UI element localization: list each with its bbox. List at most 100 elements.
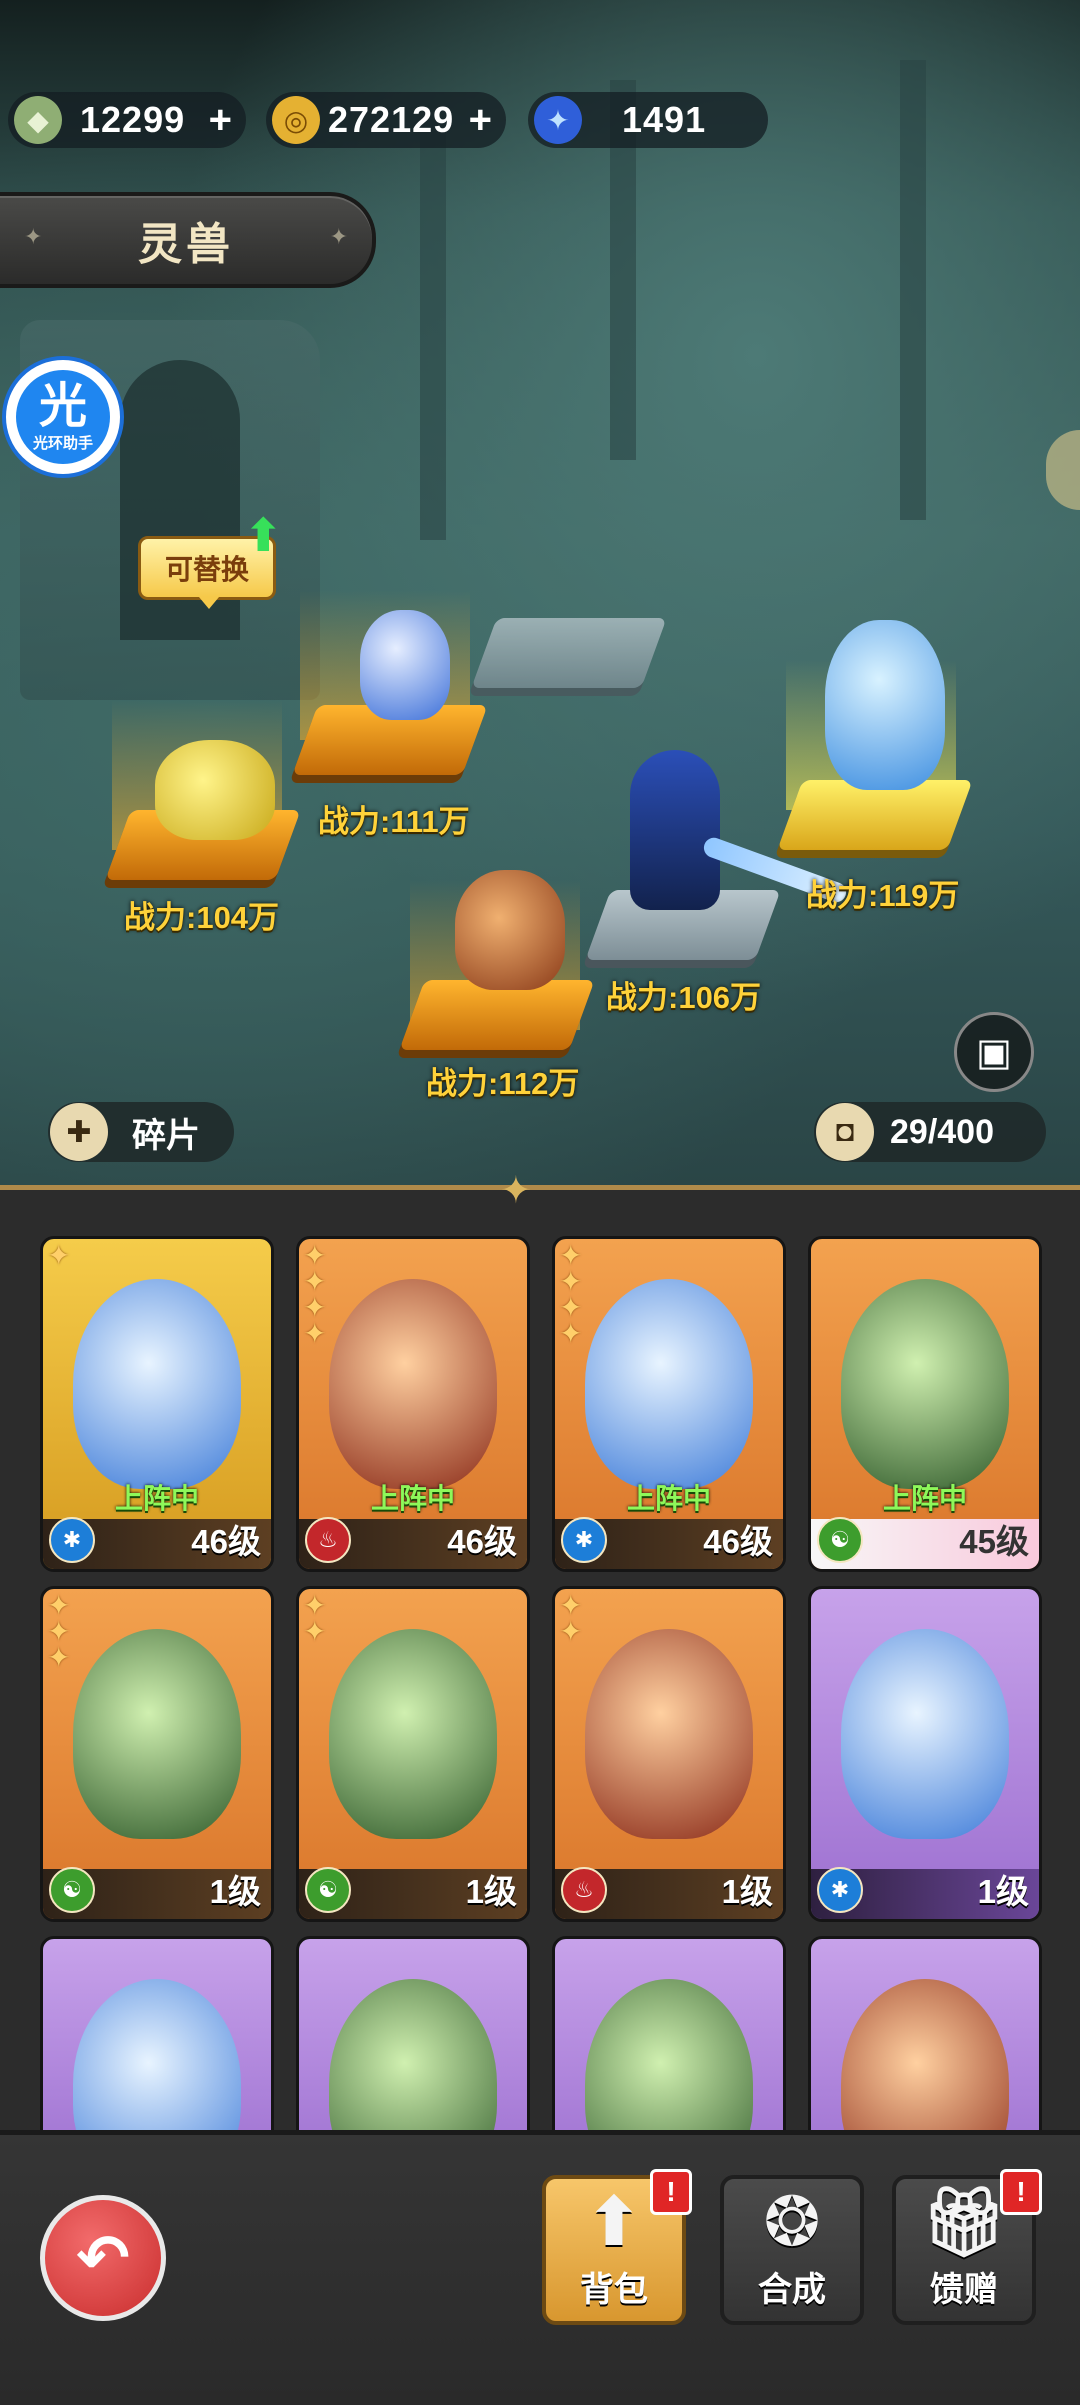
bag-tab-label: 背包 (580, 2271, 648, 2309)
fragments-button[interactable]: ✚ 碎片 (48, 1102, 234, 1162)
fragments-label: 碎片 (132, 1116, 200, 1155)
replaceable-tag-label: 可替换 (164, 554, 249, 585)
beast-card[interactable]: ☯ 45级 上阵中 (808, 1236, 1042, 1572)
wind-element-icon: ☯ (817, 1517, 863, 1563)
helper-app-button[interactable]: 光 光环助手 (2, 356, 124, 478)
gift-tab-label: 馈赠 (930, 2271, 998, 2309)
water-element-icon: ✱ (49, 1517, 95, 1563)
beast-level: 46级 (703, 1523, 773, 1560)
gold-coin-icon: ◎ (272, 96, 320, 144)
capacity-value: 29/400 (890, 1112, 994, 1151)
slot-3-power: 战力:112万 (426, 1066, 580, 1101)
hero-blue-hood-swordsman[interactable] (610, 740, 740, 920)
crystal-amount: 1491 (622, 99, 707, 140)
beast-thunder-lizard[interactable] (150, 730, 280, 850)
formation-scene: ◆ 12299 + ◎ 272129 + ✦ 1491 ✦ 灵兽 ✦ 光 光环助… (0, 0, 1080, 1185)
hero-power: 战力:106万 (606, 980, 762, 1015)
fire-element-icon: ♨ (305, 1517, 351, 1563)
add-gold-button[interactable]: + (469, 98, 492, 143)
upgrade-arrow-icon: ⬆ (244, 509, 283, 561)
beast-card[interactable]: ✦ ✦ ♨ 1级 (552, 1586, 786, 1922)
star-rating: ✦ (47, 1240, 71, 1271)
capacity-indicator: ◘ 29/400 (814, 1102, 1046, 1162)
slot-1-power: 战力:104万 (124, 900, 280, 935)
add-jade-button[interactable]: + (209, 98, 232, 143)
helper-logo-char: 光 (38, 379, 87, 433)
helper-logo-text: 光环助手 (32, 434, 93, 452)
beast-card[interactable]: ✦ ✱ 46级 上阵中 (40, 1236, 274, 1572)
beast-portrait (841, 1279, 1009, 1489)
beast-card[interactable]: ✦ ✦ ✦ ✦ ♨ 46级 上阵中 (296, 1236, 530, 1572)
beast-portrait (585, 1629, 753, 1839)
bear-bag-icon: ⬆ (585, 2184, 643, 2260)
back-button[interactable]: ↶ (40, 2195, 166, 2321)
star-icon: ✦ (303, 1318, 327, 1349)
helper-logo-icon: 光 光环助手 (16, 370, 110, 464)
star-icon: ✦ (303, 1616, 327, 1647)
background-tree (420, 120, 446, 540)
star-rating: ✦ ✦ (303, 1592, 327, 1647)
beast-ice-spirit[interactable] (810, 610, 960, 800)
deployed-status: 上阵中 (626, 1483, 711, 1514)
beast-card[interactable]: ✦ ✦ ☯ 1级 (296, 1586, 530, 1922)
beast-portrait (329, 1629, 497, 1839)
jade-pouch-icon: ◆ (14, 96, 62, 144)
water-element-icon: ✱ (817, 1867, 863, 1913)
water-element-icon: ✱ (561, 1517, 607, 1563)
beast-portrait (73, 1629, 241, 1839)
wind-element-icon: ☯ (305, 1867, 351, 1913)
beast-portrait (585, 1279, 753, 1489)
currency-jade: ◆ 12299 + (8, 92, 246, 148)
star-icon: ✦ (559, 1318, 583, 1349)
star-rating: ✦ ✦ ✦ ✦ (303, 1242, 327, 1349)
deployed-status: 上阵中 (370, 1483, 455, 1514)
star-rating: ✦ ✦ (559, 1592, 583, 1647)
star-icon: ✦ (47, 1240, 71, 1271)
chest-box-button[interactable]: ▣ (954, 1012, 1034, 1092)
star-rating: ✦ ✦ ✦ ✦ (559, 1242, 583, 1349)
bottom-nav: ↶ ⬆ 背包 ! ❂ 合成 🎁︎ 馈赠 ! (0, 2130, 1080, 2405)
side-expand-tab[interactable] (1046, 430, 1080, 510)
beast-card[interactable]: ✦ ✦ ✦ ✦ ✱ 46级 上阵中 (552, 1236, 786, 1572)
jade-amount: 12299 (80, 99, 186, 140)
card-footer: ✱ 1级 (811, 1867, 1039, 1919)
beast-card[interactable]: ✦ ✦ ✦ ☯ 1级 (40, 1586, 274, 1922)
card-footer: ✱ 46级 (555, 1517, 783, 1569)
card-footer: ☯ 1级 (43, 1867, 271, 1919)
bag-tab-button[interactable]: ⬆ 背包 ! (542, 2169, 692, 2325)
beast-level: 46级 (191, 1523, 261, 1560)
wind-element-icon: ☯ (49, 1867, 95, 1913)
page-title-banner: ✦ 灵兽 ✦ (0, 192, 376, 288)
star-rating: ✦ ✦ ✦ (47, 1592, 70, 1672)
beast-portrait (329, 1279, 497, 1489)
formation-slot-empty[interactable] (471, 618, 667, 688)
beast-level: 1级 (209, 1873, 261, 1910)
beast-portrait (841, 1629, 1009, 1839)
card-footer: ♨ 1级 (555, 1867, 783, 1919)
divider-ornament-icon: ✦ (500, 1170, 532, 1212)
back-arrow-icon: ↶ (76, 2221, 130, 2294)
deployed-status: 上阵中 (114, 1483, 199, 1514)
star-ornament-icon: ✦ (24, 224, 47, 249)
fire-element-icon: ♨ (561, 1867, 607, 1913)
synthesize-tab-button[interactable]: ❂ 合成 (720, 2175, 864, 2325)
gift-tab-button[interactable]: 🎁︎ 馈赠 ! (892, 2169, 1042, 2325)
card-footer: ♨ 46级 (299, 1517, 527, 1569)
star-icon: ✦ (559, 1616, 583, 1647)
gift-box-icon: 🎁︎ (920, 2184, 1008, 2260)
deployed-status: 上阵中 (882, 1483, 967, 1514)
synthesize-tab-label: 合成 (758, 2271, 826, 2309)
beast-level: 46级 (447, 1523, 517, 1560)
page-title: 灵兽 (138, 220, 234, 269)
beast-cannon-robot[interactable] (340, 600, 470, 730)
card-footer: ☯ 1级 (299, 1867, 527, 1919)
blue-crystal-icon: ✦ (534, 96, 582, 144)
slot-2-power: 战力:111万 (318, 804, 470, 839)
currency-gold: ◎ 272129 + (266, 92, 506, 148)
beast-card[interactable]: ✱ 1级 (808, 1586, 1042, 1922)
star-ornament-icon: ✦ (329, 224, 352, 249)
gift-alert-badge: ! (1000, 2169, 1042, 2215)
background-tree (900, 60, 926, 520)
beast-shield-knight[interactable] (440, 860, 580, 1000)
card-footer: ☯ 45级 (811, 1517, 1039, 1569)
